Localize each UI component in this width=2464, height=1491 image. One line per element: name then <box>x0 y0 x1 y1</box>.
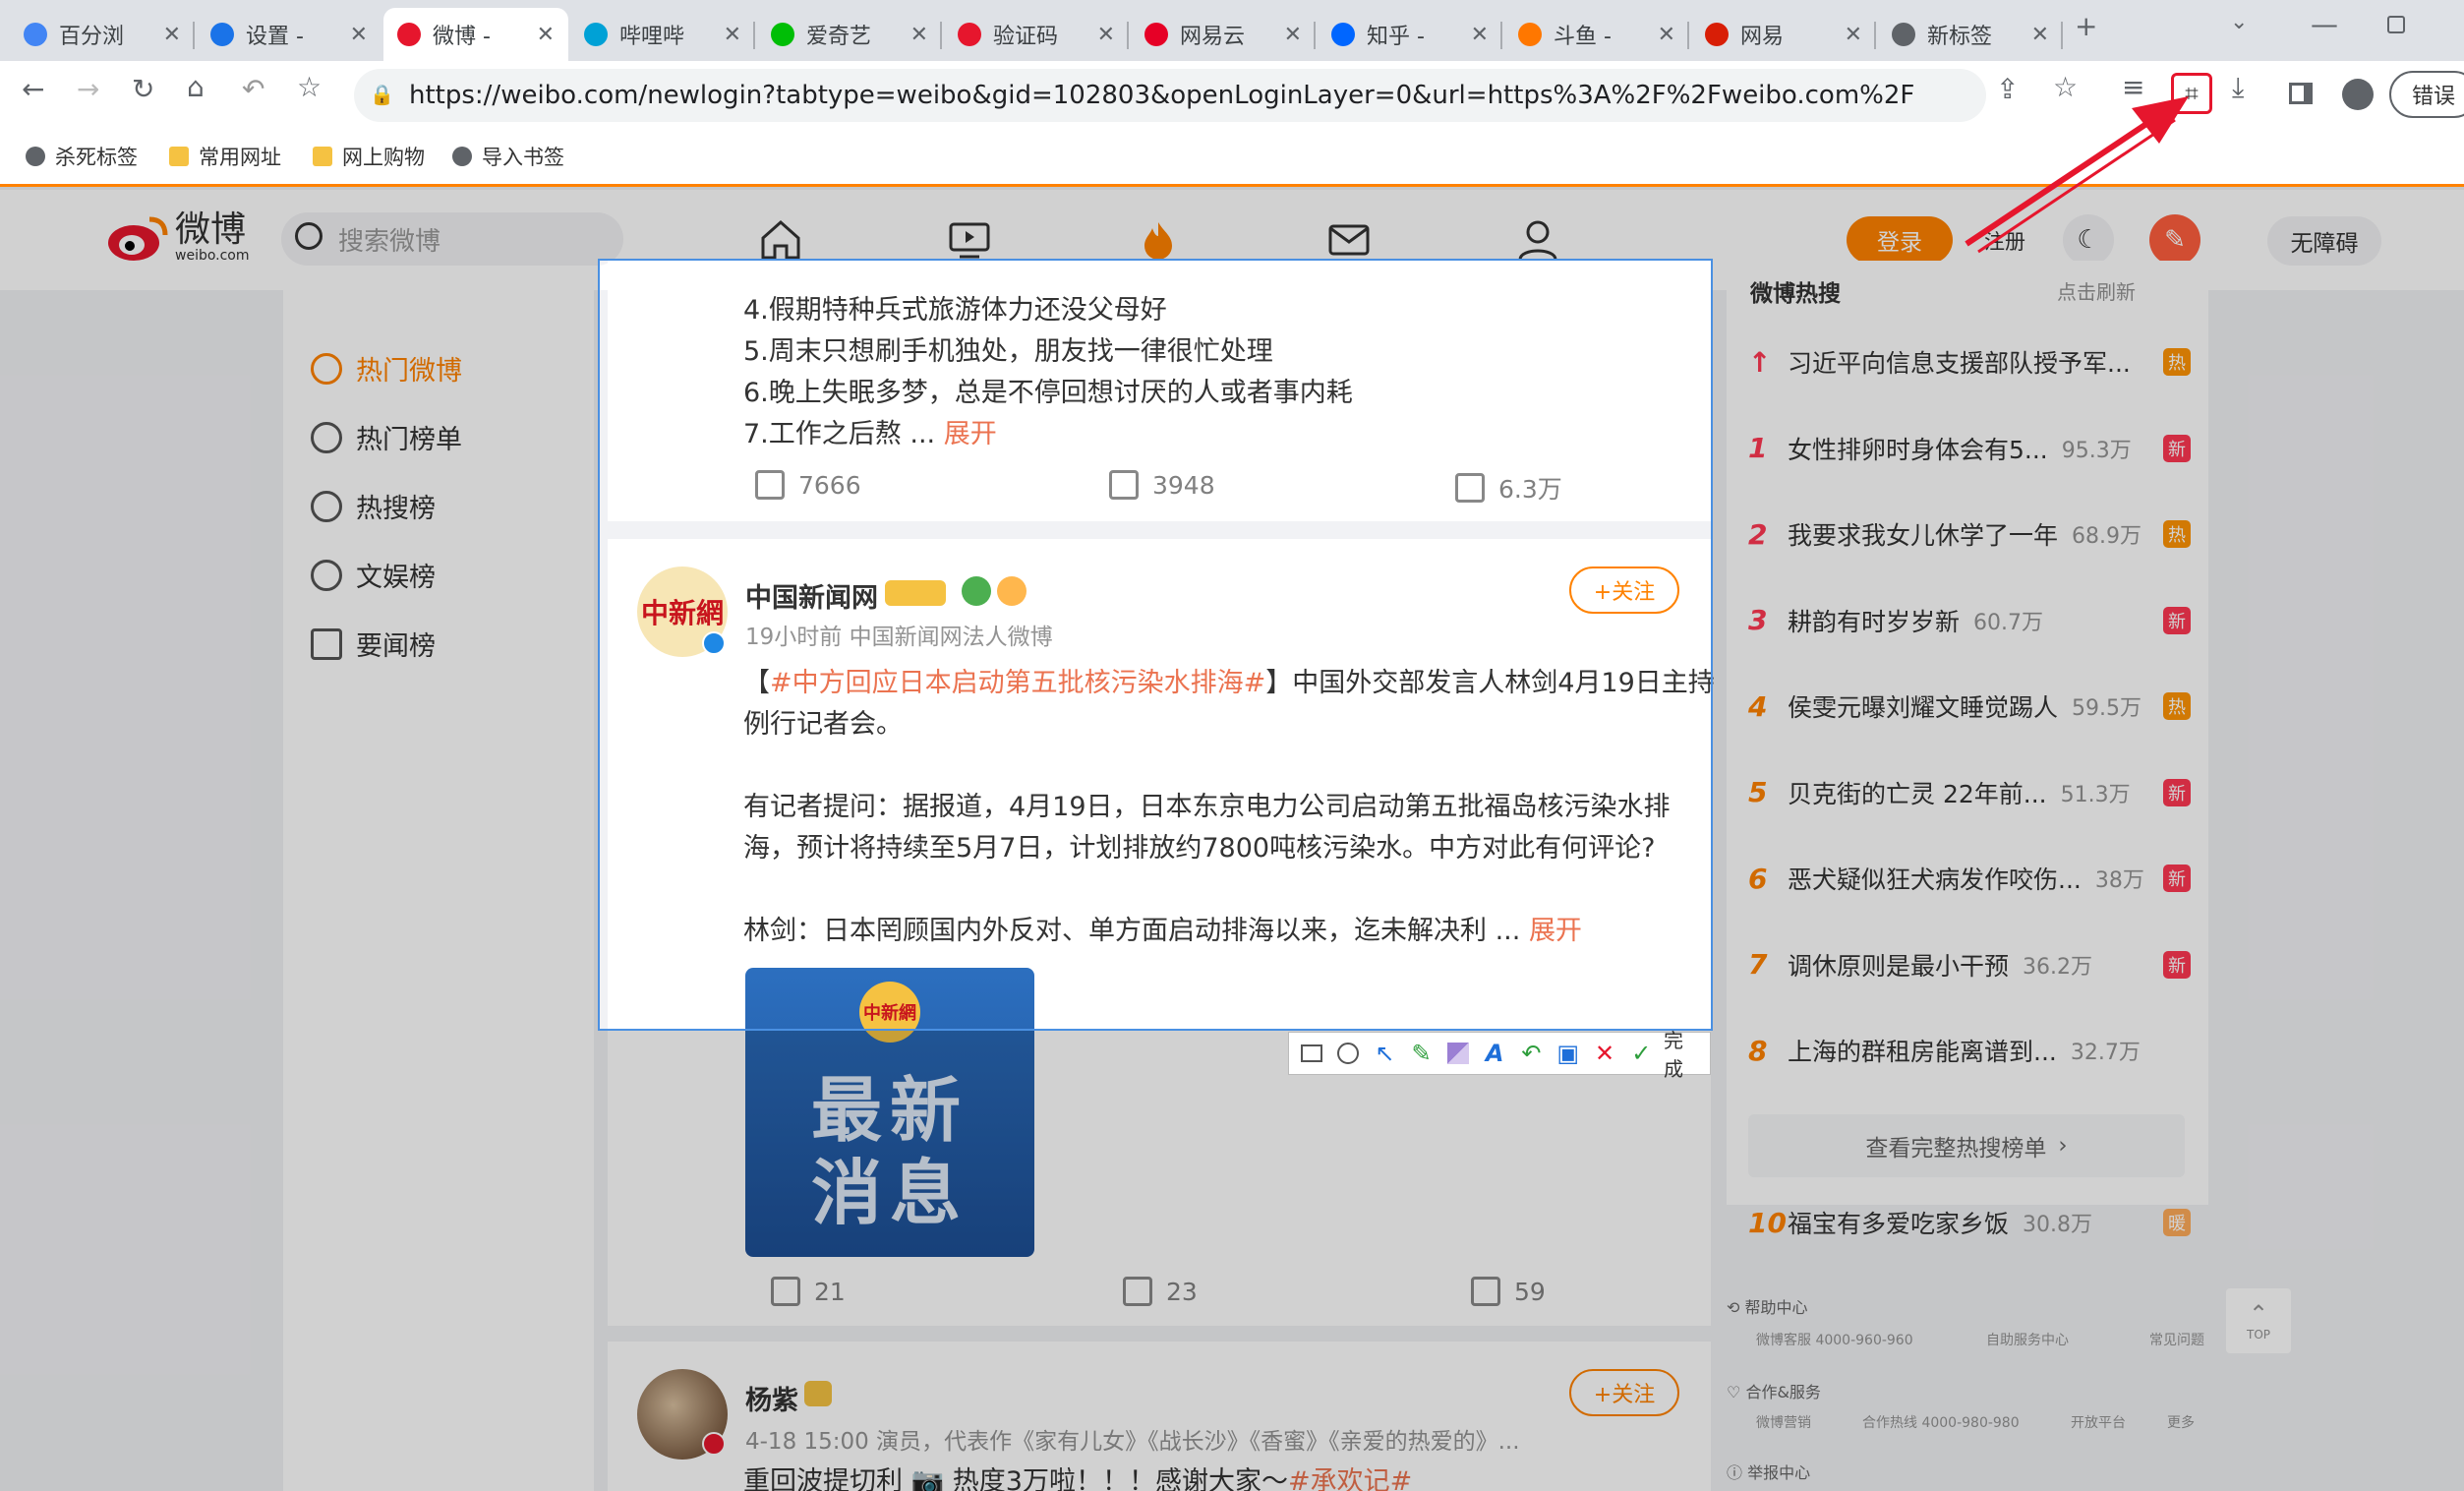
arrow-tool-icon[interactable]: ↖ <box>1371 1039 1399 1068</box>
screenshot-toolbar: ↖ ✎ A ↶ ▣ ✕ ✓ 完成 <box>1288 1029 1711 1081</box>
rectangle-tool-icon[interactable] <box>1297 1039 1325 1068</box>
confirm-check-icon[interactable]: ✓ <box>1627 1039 1656 1068</box>
pen-tool-icon[interactable]: ✎ <box>1407 1039 1436 1068</box>
screenshot-dim-overlay <box>0 259 598 1031</box>
screenshot-selection-frame[interactable] <box>598 259 1713 1031</box>
ellipse-tool-icon[interactable] <box>1333 1039 1362 1068</box>
screenshot-dim-overlay <box>0 1031 2464 1491</box>
text-tool-icon[interactable]: A <box>1480 1039 1508 1068</box>
screenshot-dim-overlay <box>1713 259 2464 1031</box>
save-tool-icon[interactable]: ▣ <box>1554 1039 1582 1068</box>
mosaic-tool-icon[interactable] <box>1443 1039 1472 1068</box>
undo-tool-icon[interactable]: ↶ <box>1517 1039 1546 1068</box>
done-button[interactable]: 完成 <box>1664 1025 1702 1082</box>
annotation-arrow-icon <box>1965 96 2189 254</box>
cancel-tool-icon[interactable]: ✕ <box>1590 1039 1618 1068</box>
